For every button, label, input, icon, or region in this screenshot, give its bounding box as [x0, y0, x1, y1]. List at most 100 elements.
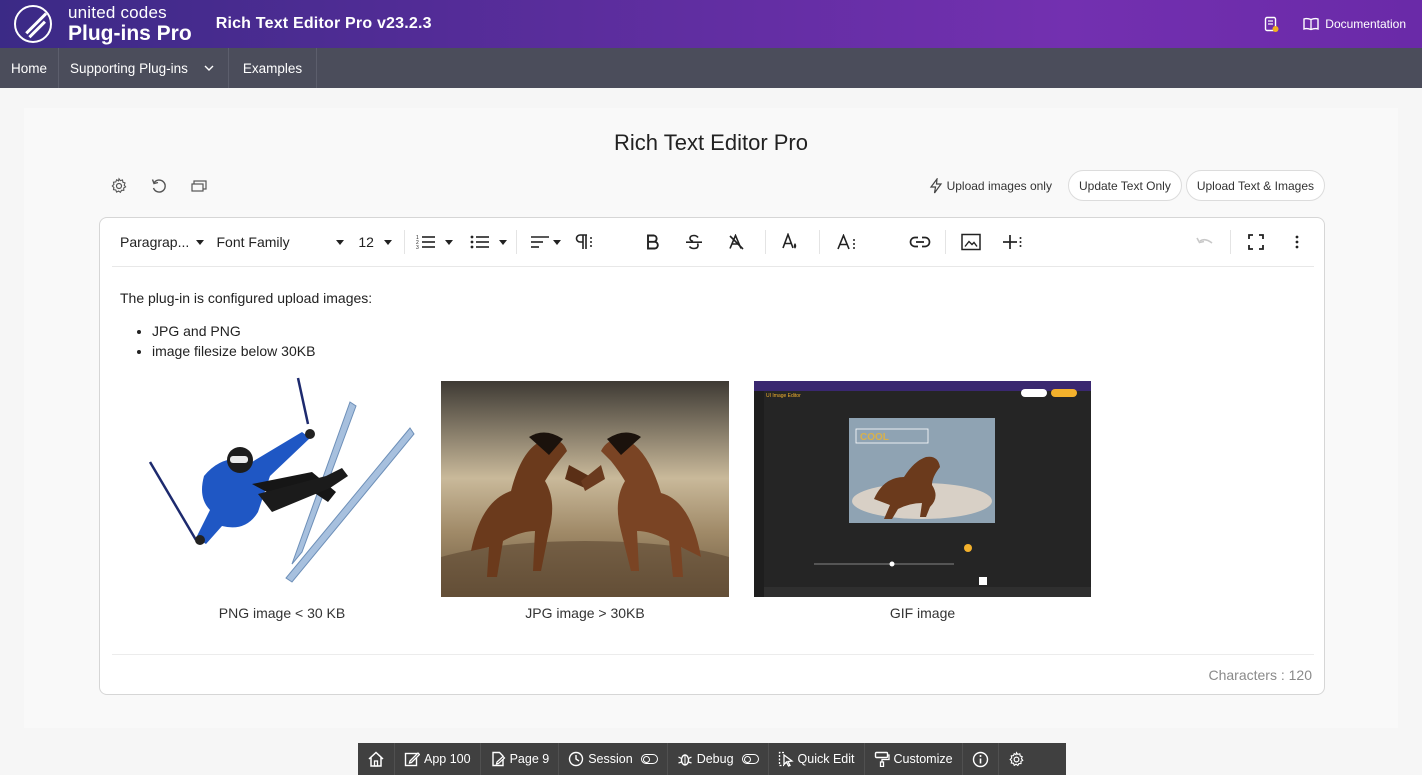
dev-debug-button[interactable]: Debug — [668, 743, 769, 775]
toolbar-divider — [944, 230, 946, 254]
caret-down-icon — [196, 239, 205, 245]
more-vertical-icon — [1295, 235, 1299, 249]
clipboard-alert-icon[interactable] — [1262, 15, 1280, 33]
chevron-down-icon — [204, 65, 214, 71]
dev-session-label: Session — [588, 752, 633, 766]
page-edit-icon — [491, 751, 505, 767]
gif-image[interactable]: UI Image Editor COOL — [754, 381, 1091, 597]
toolbar-divider — [764, 230, 766, 254]
ordered-list-button[interactable]: 123 — [413, 227, 456, 257]
main-nav: Home Supporting Plug-ins Examples — [0, 48, 1422, 88]
documentation-link[interactable]: Documentation — [1302, 15, 1406, 33]
more-options-button[interactable] — [1281, 227, 1314, 257]
logo-bottom-text: Plug-ins Pro — [68, 22, 192, 45]
dev-quick-edit-button[interactable]: Quick Edit — [769, 743, 865, 775]
paragraph-format-select[interactable]: Paragrap... — [120, 227, 209, 257]
nav-home-label: Home — [11, 60, 48, 76]
font-family-select[interactable]: Font Family — [217, 227, 345, 257]
dev-settings-button[interactable] — [999, 743, 1034, 775]
editor-toolbar: Paragrap... Font Family 12 123 — [112, 218, 1314, 267]
insert-plus-icon — [1003, 235, 1022, 249]
link-icon — [909, 236, 931, 248]
skier-image[interactable] — [142, 372, 422, 592]
developer-toolbar: App 100 Page 9 Session Debug Quick Edit … — [358, 743, 1066, 775]
nav-item-supporting-plugins[interactable]: Supporting Plug-ins — [59, 48, 229, 88]
svg-text:COOL: COOL — [860, 432, 889, 443]
book-icon — [1302, 15, 1320, 33]
font-size-value: 12 — [358, 234, 374, 250]
logo-top-text: united codes — [68, 3, 167, 22]
gear-icon — [1008, 750, 1024, 766]
paragraph-options-button[interactable] — [571, 227, 597, 257]
clock-icon — [569, 751, 584, 767]
text-color-button[interactable] — [775, 227, 805, 257]
app-logo[interactable]: united codes Plug-ins Pro — [14, 4, 192, 44]
clear-format-icon — [729, 234, 744, 250]
align-left-icon — [531, 236, 550, 248]
paint-roller-icon — [874, 751, 890, 767]
nav-item-home[interactable]: Home — [0, 48, 60, 88]
insert-more-button[interactable] — [995, 227, 1028, 257]
quick-edit-icon — [778, 751, 794, 767]
upload-images-only-button[interactable]: Upload images only — [929, 177, 1052, 194]
font-size-icon — [836, 234, 855, 250]
bullet-list-button[interactable] — [467, 227, 510, 257]
documentation-label: Documentation — [1325, 17, 1406, 31]
list-item: image filesize below 30KB — [152, 341, 372, 361]
toolbar-divider — [818, 230, 820, 254]
bug-icon — [677, 754, 692, 766]
caret-down-icon — [499, 239, 508, 245]
font-options-button[interactable] — [832, 227, 862, 257]
strikethrough-icon — [686, 234, 703, 250]
insert-image-button[interactable] — [954, 227, 987, 257]
lightning-icon — [929, 177, 942, 193]
align-button[interactable] — [529, 227, 562, 257]
insert-link-button[interactable] — [903, 227, 936, 257]
undo-reset-icon[interactable] — [150, 177, 168, 195]
editor-actions-left — [110, 177, 208, 195]
dev-app-label: App 100 — [424, 752, 471, 766]
dev-session-button[interactable]: Session — [559, 743, 668, 775]
windows-icon[interactable] — [190, 177, 208, 195]
editor-content[interactable]: The plug-in is configured upload images:… — [120, 290, 372, 361]
undo-button[interactable] — [1189, 227, 1222, 257]
dev-customize-button[interactable]: Customize — [865, 743, 963, 775]
horses-image[interactable] — [405, 381, 765, 621]
fullscreen-icon — [1248, 234, 1264, 250]
clear-formatting-button[interactable] — [719, 227, 752, 257]
session-toggle-icon[interactable] — [640, 754, 658, 764]
nav-item-examples[interactable]: Examples — [229, 48, 318, 88]
rich-text-editor: Paragrap... Font Family 12 123 The plug-… — [99, 217, 1325, 695]
info-icon — [972, 751, 988, 767]
editor-actions-right: Upload images only Update Text Only Uplo… — [929, 170, 1325, 201]
settings-gear-icon[interactable] — [110, 177, 128, 195]
home-icon — [368, 751, 384, 767]
dev-quick-edit-label: Quick Edit — [797, 752, 855, 766]
dev-app-button[interactable]: App 100 — [395, 743, 481, 775]
app-title: Rich Text Editor Pro v23.2.3 — [215, 15, 432, 32]
ordered-list-icon: 123 — [416, 235, 435, 251]
image-icon — [960, 233, 981, 251]
caret-down-icon — [336, 239, 345, 245]
upload-text-images-button[interactable]: Upload Text & Images — [1185, 170, 1325, 201]
paragraph-format-value: Paragrap... — [120, 234, 190, 250]
dev-home-button[interactable] — [358, 743, 395, 775]
character-count: Characters : 120 — [1208, 667, 1313, 683]
font-family-value: Font Family — [216, 234, 290, 250]
caret-down-icon — [383, 239, 392, 245]
bullet-list-icon — [470, 235, 490, 249]
caret-down-icon — [553, 239, 562, 245]
app-header: united codes Plug-ins Pro Rich Text Edit… — [0, 0, 1422, 48]
debug-toggle-icon[interactable] — [741, 754, 759, 764]
font-size-select[interactable]: 12 — [358, 227, 395, 257]
dev-customize-label: Customize — [893, 752, 953, 766]
toolbar-divider — [1230, 230, 1232, 254]
update-text-only-button[interactable]: Update Text Only — [1067, 170, 1182, 201]
fullscreen-button[interactable] — [1239, 227, 1272, 257]
toolbar-divider — [516, 230, 518, 254]
bold-button[interactable] — [636, 227, 669, 257]
strikethrough-button[interactable] — [678, 227, 711, 257]
dev-info-button[interactable] — [963, 743, 999, 775]
dev-page-button[interactable]: Page 9 — [481, 743, 560, 775]
text-color-icon — [782, 233, 797, 249]
